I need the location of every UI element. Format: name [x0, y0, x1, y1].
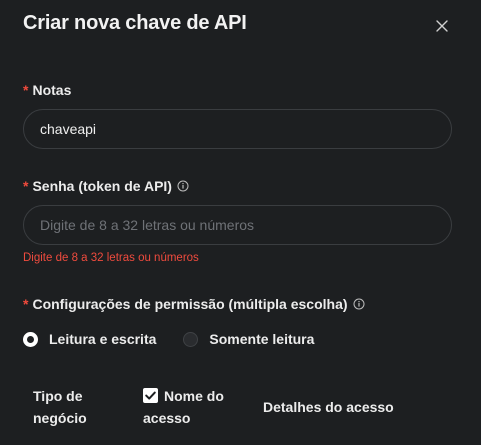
- notes-input[interactable]: [23, 109, 452, 149]
- close-icon[interactable]: [433, 17, 451, 35]
- column-header-access-name: Nome do acesso: [143, 385, 233, 429]
- notes-label: * Notas: [23, 82, 71, 98]
- info-icon[interactable]: [177, 180, 189, 192]
- column-header-access-details: Detalhes do acesso: [263, 399, 394, 415]
- checkmark-icon: [145, 391, 156, 400]
- password-input[interactable]: [23, 205, 452, 245]
- radio-unselected-icon: [183, 331, 199, 347]
- permission-radio-group: Leitura e escrita Somente leitura: [23, 331, 314, 347]
- permissions-label-text: Configurações de permissão (múltipla esc…: [32, 296, 348, 312]
- radio-read-write[interactable]: Leitura e escrita: [23, 331, 156, 347]
- radio-selected-icon: [23, 331, 38, 347]
- radio-read-only[interactable]: Somente leitura: [183, 331, 314, 347]
- permissions-label: * Configurações de permissão (múltipla e…: [23, 296, 365, 312]
- column-header-business-type: Tipo de negócio: [33, 388, 87, 426]
- radio-read-only-label: Somente leitura: [209, 331, 315, 347]
- radio-read-write-label: Leitura e escrita: [49, 331, 157, 347]
- password-label-text: Senha (token de API): [32, 178, 172, 194]
- password-error-message: Digite de 8 a 32 letras ou números: [23, 252, 199, 264]
- required-mark: *: [23, 296, 29, 312]
- required-mark: *: [23, 178, 29, 194]
- select-all-checkbox[interactable]: [143, 388, 158, 403]
- info-icon[interactable]: [353, 298, 365, 310]
- required-mark: *: [23, 82, 29, 98]
- create-api-key-dialog: Criar nova chave de API * Notas * Senha …: [0, 0, 481, 445]
- notes-label-text: Notas: [32, 82, 72, 98]
- password-label: * Senha (token de API): [23, 178, 189, 194]
- dialog-title: Criar nova chave de API: [23, 12, 247, 34]
